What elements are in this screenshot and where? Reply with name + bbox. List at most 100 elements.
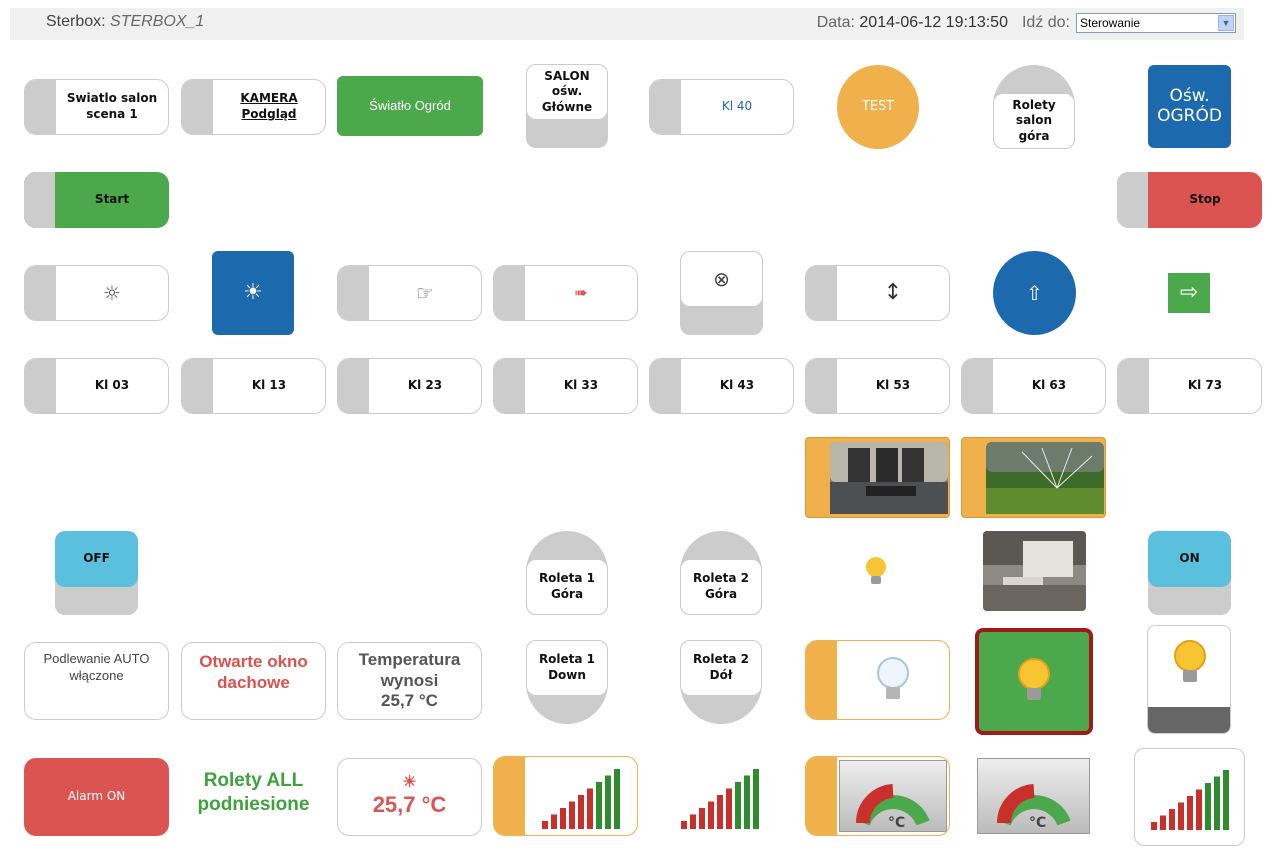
start-button[interactable]: Start	[24, 172, 169, 228]
signal-button[interactable]	[493, 756, 638, 836]
signal-bar	[717, 795, 723, 829]
roleta2-gora-button[interactable]: Roleta 2 Góra	[680, 531, 762, 615]
alarm-button[interactable]: Alarm ON	[24, 758, 169, 836]
kl-button[interactable]: Kl 33	[493, 358, 638, 414]
toggle-bar	[806, 641, 837, 719]
swiatlo-salon-label: Swiatlo salon scena 1	[56, 80, 168, 134]
label-line: Temperatura	[358, 650, 461, 670]
sun-button[interactable]: ☀	[212, 251, 294, 335]
signal-bar	[744, 775, 750, 829]
goto-select[interactable]: Sterowanie ▼	[1076, 13, 1236, 33]
kl-label: Kl 23	[407, 378, 443, 393]
signal-bar	[699, 808, 705, 829]
stop-button[interactable]: Stop	[1117, 172, 1262, 228]
label-line: ośw.	[551, 84, 583, 99]
label-line: Główne	[541, 99, 593, 114]
signal-bar	[1186, 796, 1193, 830]
bulb-lamp-button[interactable]	[1147, 625, 1231, 734]
salon-osw-button[interactable]: SALON ośw. Główne	[526, 64, 608, 148]
header-right: Data: 2014-06-12 19:13:50 Idź do: Sterow…	[817, 13, 1236, 33]
on-button[interactable]: ON	[1148, 531, 1231, 615]
updown-button[interactable]: ↕	[805, 265, 950, 321]
toggle-bar	[25, 266, 56, 320]
signal-bar	[578, 795, 584, 829]
right-arrow-button[interactable]: ⇨	[1168, 273, 1210, 313]
roleta2-dol-button[interactable]: Roleta 2 Dół	[680, 640, 762, 724]
signal-bar	[1204, 783, 1211, 830]
kamera-button[interactable]: KAMERA Podgląd	[181, 79, 326, 135]
signal-bar	[690, 814, 696, 829]
signal-box[interactable]	[1134, 748, 1245, 846]
gauge-icon: °C	[855, 784, 930, 831]
label-line: Dół	[709, 668, 733, 682]
kl-label: Kl 33	[563, 378, 599, 393]
signal-bar	[1150, 822, 1157, 830]
signal-icon	[1150, 770, 1229, 830]
app-name: Sterbox:	[46, 13, 106, 30]
signal-bar	[596, 782, 602, 829]
okno-status: Otwarte okno dachowe	[181, 642, 326, 720]
osw-ogrod-button[interactable]: Ośw. OGRÓD	[1148, 65, 1231, 148]
label-line: SALON	[544, 68, 590, 83]
sun-icon: ☀	[243, 279, 263, 305]
test-label: TEST	[861, 98, 895, 114]
roleta2-gora-face: Roleta 2 Góra	[680, 559, 762, 615]
arrow-button[interactable]: ➠	[493, 265, 638, 321]
test-button[interactable]: TEST	[837, 65, 919, 149]
kl-button[interactable]: Kl 73	[1117, 358, 1262, 414]
up-button[interactable]: ⇧	[993, 251, 1076, 335]
hand-button[interactable]: ☞	[337, 265, 482, 321]
bulb-lamp-icon	[1174, 640, 1206, 682]
roleta1-gora-face: Roleta 1 Góra	[526, 559, 608, 615]
signal-bar	[587, 788, 593, 829]
kl-label: Kl 53	[875, 378, 911, 393]
gauge-button[interactable]: °C	[805, 756, 950, 836]
swiatlo-ogrod-button[interactable]: Światło Ogród	[337, 76, 483, 136]
bulb-on-button[interactable]	[975, 628, 1093, 735]
bulb-off-button[interactable]	[805, 640, 950, 720]
roleta1-down-button[interactable]: Roleta 1 Down	[526, 640, 608, 724]
signal-bar	[605, 775, 611, 829]
kl-label: Kl 13	[251, 378, 287, 393]
chevron-down-icon[interactable]: ▼	[1218, 15, 1234, 31]
bulb-icon[interactable]	[862, 555, 890, 589]
bulb-on-icon	[1018, 657, 1050, 700]
swiatlo-salon-button[interactable]: Swiatlo salon scena 1	[24, 79, 169, 135]
toggle-bar	[25, 80, 56, 134]
label-line: Roleta 1	[538, 652, 596, 667]
salon-camera-tile[interactable]	[805, 437, 950, 518]
datetime: 2014-06-12 19:13:50	[859, 14, 1008, 31]
garden-camera-tile[interactable]	[961, 437, 1106, 518]
rolety-salon-button[interactable]: Rolety salon góra	[993, 65, 1075, 149]
signal-bar	[726, 788, 732, 829]
toggle-bar	[25, 359, 56, 413]
kitchen-photo-tile[interactable]	[983, 531, 1086, 611]
kl-label: Kl 63	[1031, 378, 1067, 393]
sun-outline-button[interactable]: ☼	[24, 265, 169, 321]
roleta1-gora-button[interactable]: Roleta 1 Góra	[526, 531, 608, 615]
off-button[interactable]: OFF	[55, 531, 138, 615]
toggle-bar	[182, 80, 213, 134]
toggle-bar	[806, 757, 837, 835]
kl-button[interactable]: Kl 53	[805, 358, 950, 414]
label-line: Góra	[550, 587, 584, 601]
kl-button[interactable]: Kl 43	[649, 358, 794, 414]
kl-button[interactable]: Kl 63	[961, 358, 1106, 414]
swiatlo-ogrod-label: Światło Ogród	[369, 97, 451, 113]
kl40-button[interactable]: Kl 40	[649, 79, 794, 135]
label-line: Swiatlo salon	[66, 91, 158, 106]
kl-button[interactable]: Kl 03	[24, 358, 169, 414]
on-label: ON	[1148, 531, 1231, 587]
circled-x-icon: ⊗	[680, 251, 763, 307]
label-line: 25,7 °C	[381, 691, 438, 711]
toggle-bar	[494, 266, 525, 320]
label-line: Góra	[704, 587, 738, 601]
signal-plain	[660, 756, 780, 836]
label-line: Rolety ALL	[203, 770, 304, 792]
kl-button[interactable]: Kl 13	[181, 358, 326, 414]
cross-button[interactable]: ⊗	[680, 251, 763, 335]
kl-button[interactable]: Kl 23	[337, 358, 482, 414]
label-line: Roleta 1	[538, 571, 596, 586]
bulb-off-icon	[837, 641, 949, 719]
signal-bar	[1195, 789, 1202, 830]
